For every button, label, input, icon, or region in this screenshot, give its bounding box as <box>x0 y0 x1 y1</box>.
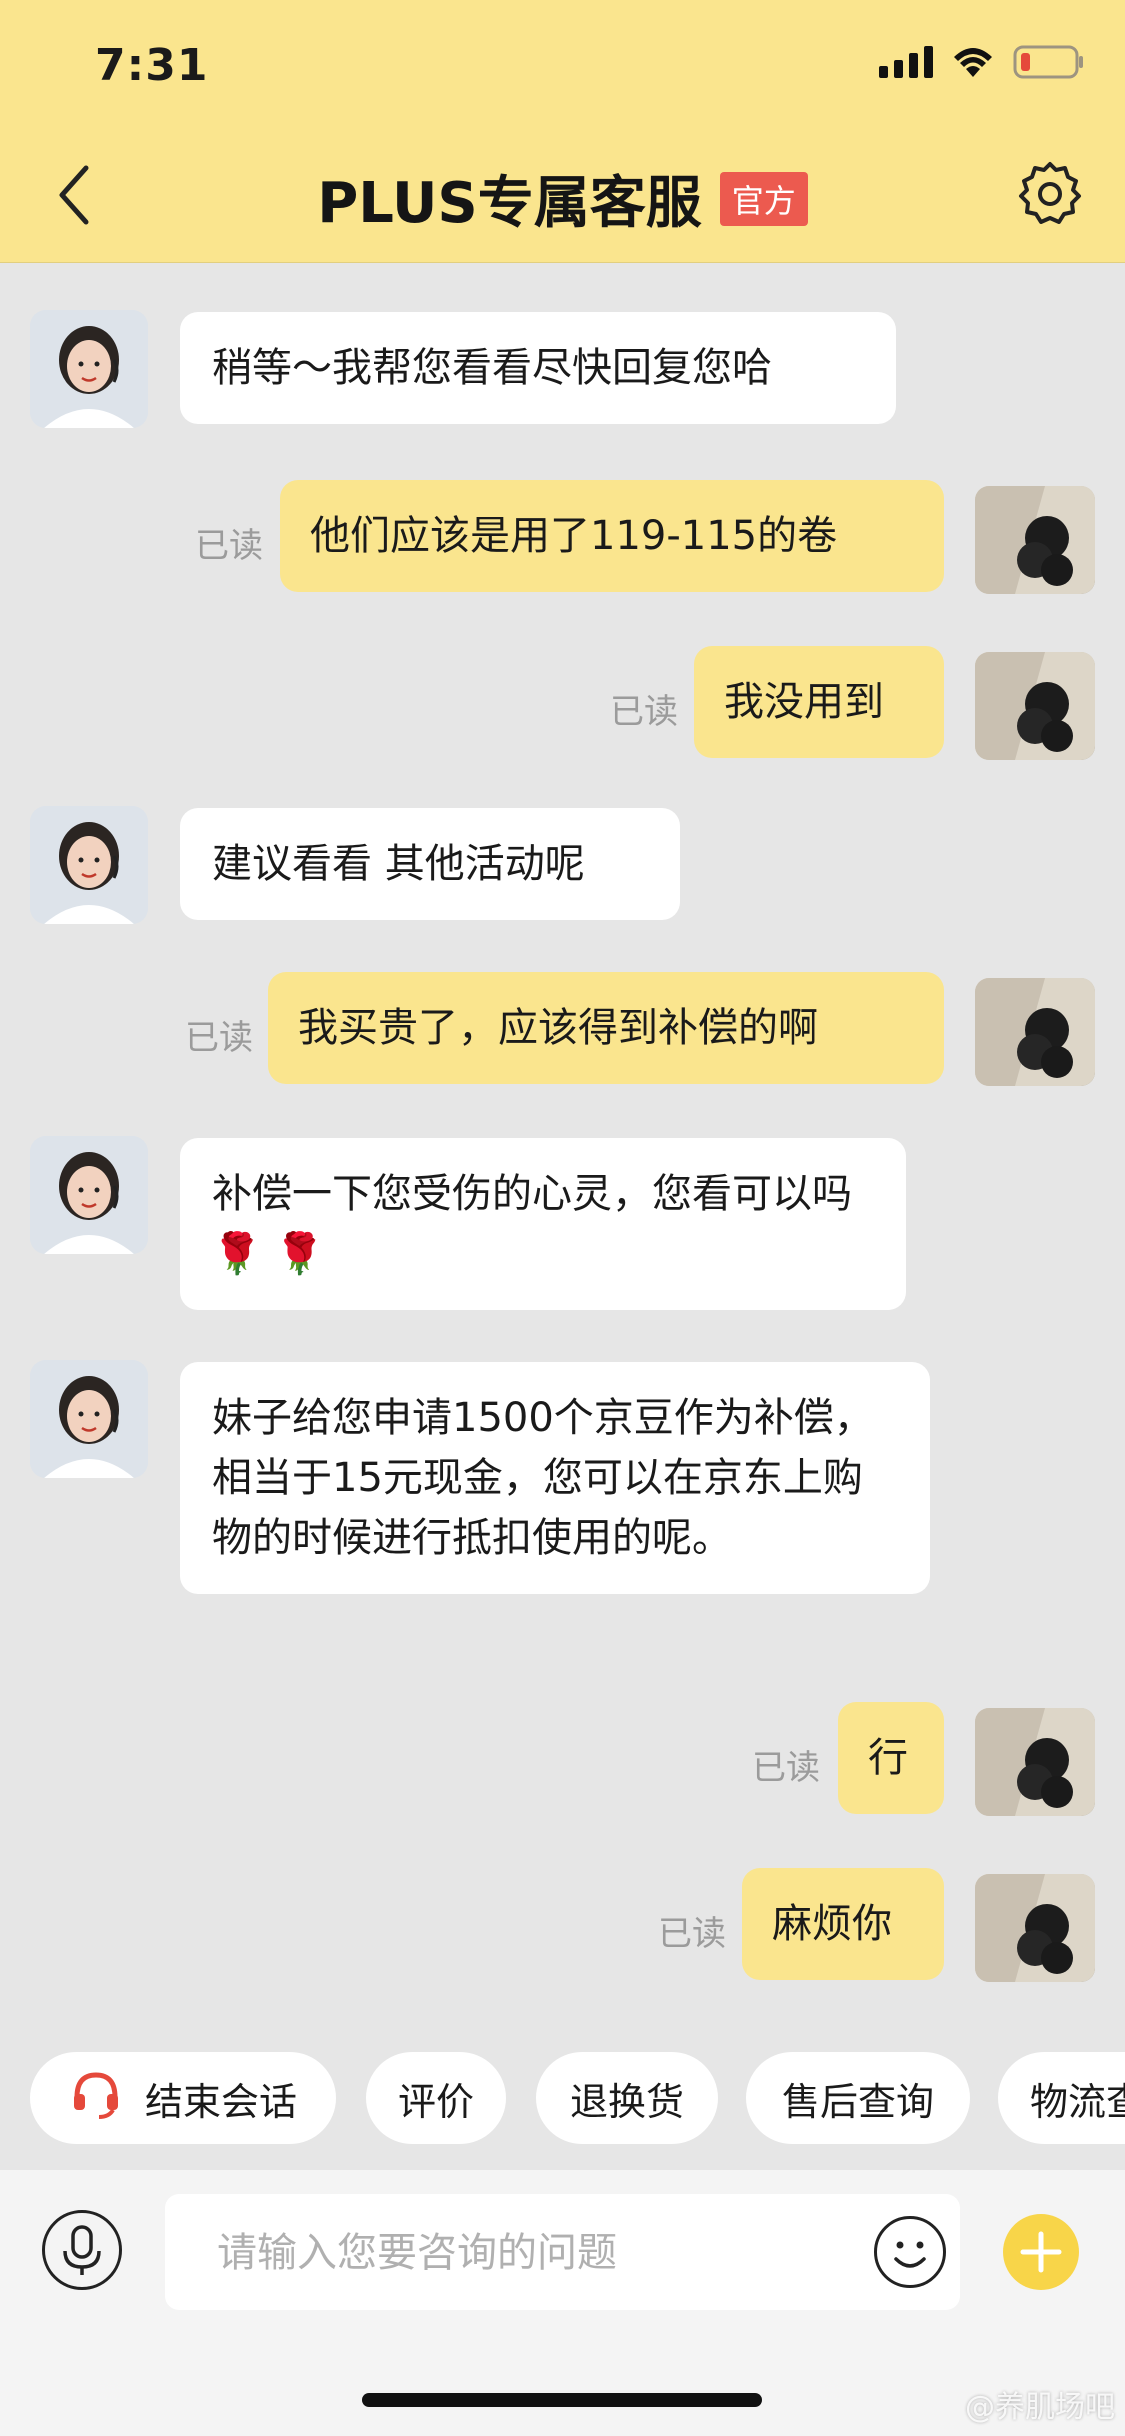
settings-icon[interactable] <box>1015 158 1085 228</box>
agent-avatar[interactable] <box>30 806 148 924</box>
agent-bubble: 建议看看 其他活动呢 <box>180 808 680 920</box>
user-bubble: 他们应该是用了119-115的卷 <box>280 480 944 592</box>
header: 7:31 PLUS专属客服 官方 <box>0 0 1125 263</box>
user-avatar[interactable] <box>975 978 1095 1086</box>
official-badge: 官方 <box>719 171 808 226</box>
read-status: 已读 <box>610 692 678 732</box>
return-exchange-chip[interactable]: 退换货 <box>536 2052 718 2144</box>
read-status: 已读 <box>658 1914 726 1954</box>
home-indicator[interactable] <box>362 2393 762 2407</box>
agent-avatar[interactable] <box>30 1136 148 1254</box>
user-bubble: 行 <box>838 1702 944 1814</box>
user-bubble: 我买贵了，应该得到补偿的啊 <box>268 972 944 1084</box>
plus-icon[interactable] <box>1003 2214 1079 2290</box>
agent-bubble: 妹子给您申请1500个京豆作为补偿，相当于15元现金，您可以在京东上购物的时候进… <box>180 1362 930 1594</box>
read-status: 已读 <box>752 1748 820 1788</box>
user-bubble: 麻烦你 <box>742 1868 944 1980</box>
microphone-icon[interactable] <box>42 2210 122 2290</box>
headset-icon <box>69 2067 123 2130</box>
message-input-box[interactable] <box>165 2194 960 2312</box>
user-avatar[interactable] <box>975 652 1095 760</box>
message-input[interactable] <box>215 2194 819 2312</box>
after-sales-chip[interactable]: 售后查询 <box>746 2052 970 2144</box>
chat-area[interactable]: 稍等～我帮您看看尽快回复您哈 已读 他们应该是用了119-115的卷 已读 我没… <box>0 262 1125 2042</box>
agent-bubble: 稍等～我帮您看看尽快回复您哈 <box>180 312 896 424</box>
watermark: @养肌场吧 <box>965 2390 1115 2425</box>
wifi-icon <box>951 45 995 79</box>
logistics-chip[interactable]: 物流查询 <box>998 2052 1125 2144</box>
battery-icon <box>1013 44 1085 80</box>
status-icons <box>879 44 1085 80</box>
quick-actions-bar: 结束会话 评价 退换货 售后查询 物流查询 <box>0 2052 1125 2144</box>
agent-avatar[interactable] <box>30 1360 148 1478</box>
rate-chip[interactable]: 评价 <box>366 2052 506 2144</box>
user-avatar[interactable] <box>975 486 1095 594</box>
chip-label: 结束会话 <box>144 2079 297 2124</box>
user-bubble: 我没用到 <box>694 646 944 758</box>
title-group: PLUS专属客服 官方 <box>0 158 1125 239</box>
user-avatar[interactable] <box>975 1708 1095 1816</box>
read-status: 已读 <box>185 1018 253 1058</box>
page-title: PLUS专属客服 <box>317 171 702 236</box>
signal-icon <box>879 46 933 78</box>
user-avatar[interactable] <box>975 1874 1095 1982</box>
read-status: 已读 <box>195 526 263 566</box>
emoji-icon[interactable] <box>874 2216 946 2288</box>
end-session-chip[interactable]: 结束会话 <box>30 2052 336 2144</box>
agent-avatar[interactable] <box>30 310 148 428</box>
status-time: 7:31 <box>95 40 209 91</box>
agent-bubble: 补偿一下您受伤的心灵，您看可以吗 🌹 🌹 <box>180 1138 906 1310</box>
